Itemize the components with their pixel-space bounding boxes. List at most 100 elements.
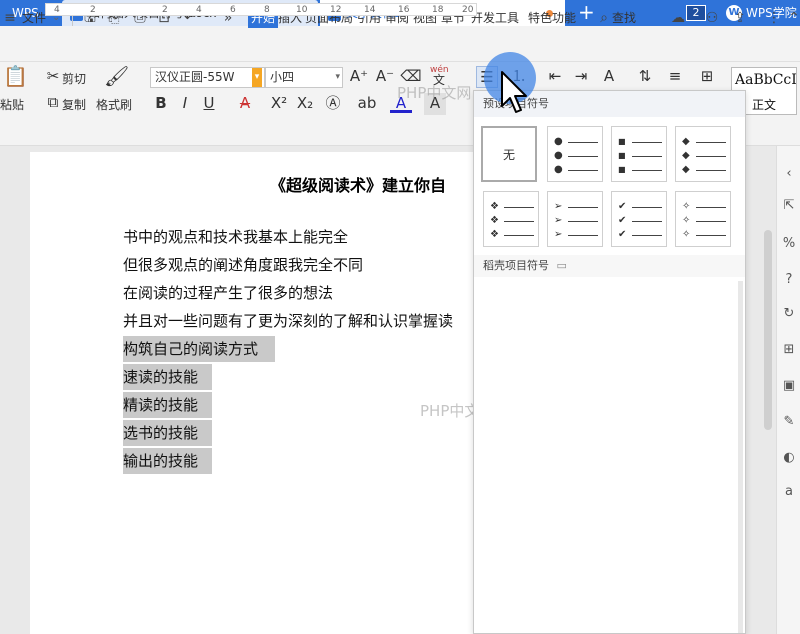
underline-icon[interactable]: U [198,93,220,115]
copy-icon: ⧉ [47,93,59,111]
search-icon[interactable]: ⌕ [594,8,614,28]
daoke-label: 稻壳项目符号 [483,259,549,272]
italic-icon[interactable]: I [174,93,196,115]
image-icon[interactable]: ▣ [781,378,797,394]
menu-bar [0,26,800,62]
bullet-option-filled-square[interactable]: ■ ■ ■ [611,126,667,182]
text-effect-icon[interactable]: Ⓐ [322,93,344,115]
bullet-symbol: ❖ [490,215,499,226]
search-button[interactable]: 查找 [612,8,636,28]
border-icon[interactable]: ⊞ [696,66,718,88]
subscript-icon[interactable]: X₂ [294,93,316,115]
line-spacing-icon[interactable]: ≡ [664,66,686,88]
hamburger-icon[interactable]: ≡ [0,8,20,28]
ruler-number: 4 [196,5,202,15]
doc-line-selected[interactable]: 构筑自己的阅读方式 [123,336,275,362]
theme-icon[interactable]: ◐ [781,450,797,466]
style-pane-icon[interactable]: % [781,236,797,252]
ruler-number: 10 [296,5,308,15]
collapse-icon[interactable]: ⌃ [784,8,800,28]
bullet-symbol: ■ [618,151,626,160]
bullet-symbol: ■ [618,165,626,174]
bullet-symbol: ◆ [682,150,690,161]
doc-line[interactable]: 书中的观点和技术我基本上能完全 [123,224,348,250]
bullet-option-arrowhead[interactable]: ➢ ➢ ➢ [547,191,603,247]
font-size-select[interactable]: 小四 ▾ [265,67,343,88]
chevron-down-icon: ▾ [252,68,262,87]
bullet-symbol: ◆ [682,136,690,147]
increase-indent-icon[interactable]: ⇥ [570,66,592,88]
bullet-symbol: ✧ [682,215,691,226]
bullet-option-checkmark[interactable]: ✔ ✔ ✔ [611,191,667,247]
copy-button[interactable]: 复制 [62,96,86,113]
file-menu[interactable]: 文件 [22,8,46,28]
highlight-icon[interactable]: ab [356,93,378,115]
watermark: PHP中文网 [397,84,472,102]
scissors-icon: ✂ [46,67,60,85]
translate-icon[interactable]: a [781,484,797,500]
ruler-number: 16 [398,5,410,15]
bullet-symbol: ✔ [618,201,627,212]
bullet-option-star[interactable]: ✧ ✧ ✧ [675,191,731,247]
doc-line[interactable]: 在阅读的过程产生了很多的想法 [123,280,333,306]
ruler-number: 8 [264,5,270,15]
rotate-icon[interactable]: ↻ [781,306,797,322]
ruler-number: 4 [54,5,60,15]
doc-line[interactable]: 并且对一些问题有了更为深刻的了解和认识掌握读 [123,308,453,334]
font-size-value: 小四 [270,70,295,84]
bullet-none-option[interactable]: 无 [481,126,537,182]
format-painter-button[interactable]: 格式刷 [96,96,132,113]
bullet-symbol: ● [554,164,563,175]
font-name-select[interactable]: 汉仪正圆-55W ▾ [150,67,265,88]
shrink-font-icon[interactable]: A⁻ [374,66,396,88]
paste-icon[interactable]: 📋 [3,66,28,88]
bullet-option-filled-diamond[interactable]: ◆ ◆ ◆ [675,126,731,182]
bullet-dropdown: 预设项目符号 无 ● ● ● ■ ■ ■ ◆ ◆ ◆ ❖ ❖ ❖ ➢ ➢ ➢ ✔… [473,90,746,634]
ruler-track[interactable]: 4 2 2 4 6 8 10 12 14 16 18 20 [45,3,477,16]
bullet-symbol: ✔ [618,229,627,240]
share-icon[interactable]: ⇪ [730,8,750,28]
ruler-number: 14 [364,5,376,15]
help-icon[interactable]: ? [781,272,797,288]
user-icon[interactable]: ⚇ [702,8,722,28]
dropdown-scrollbar[interactable] [738,281,743,633]
paste-button[interactable]: 粘贴 [0,96,24,113]
doc-line-selected[interactable]: 输出的技能 [123,448,212,474]
ruler-number: 2 [162,5,168,15]
superscript-icon[interactable]: X² [268,93,290,115]
grid-icon[interactable]: ⊞ [781,342,797,358]
panel-toggle-icon[interactable]: ‹ [781,166,797,182]
style-preview: AaBbCcI [735,72,797,88]
bold-icon[interactable]: B [150,93,172,115]
bullet-symbol: ❖ [490,229,499,240]
tab-developer[interactable]: 开发工具 [471,8,519,28]
bullet-symbol: ➢ [554,201,563,212]
chinese-layout-icon[interactable]: A [598,66,620,88]
select-icon[interactable]: ⇱ [781,198,797,214]
bullet-option-four-diamond[interactable]: ❖ ❖ ❖ [483,191,539,247]
grow-font-icon[interactable]: A⁺ [348,66,370,88]
tab-features[interactable]: 特色功能 [528,8,576,28]
doc-line[interactable]: 但很多观点的阐述角度跟我完全不同 [123,252,363,278]
document-title[interactable]: 《超级阅读术》建立你自 [270,172,446,196]
doc-line-selected[interactable]: 速读的技能 [123,364,212,390]
bullet-symbol: ● [554,136,563,147]
ruler-number: 2 [90,5,96,15]
strikethrough-icon[interactable]: A [234,93,256,115]
right-side-panel: ‹ ⇱ % ? ↻ ⊞ ▣ ✎ ◐ a [776,146,800,634]
doc-line-selected[interactable]: 精读的技能 [123,392,212,418]
mouse-cursor-icon [501,71,527,113]
more-options-icon[interactable]: ⋮ [764,8,784,28]
font-name-value: 汉仪正圆-55W [155,70,235,84]
format-painter-icon[interactable]: 🖌 [104,66,129,88]
bullet-symbol: ✔ [618,215,627,226]
decrease-indent-icon[interactable]: ⇤ [544,66,566,88]
ruler-number: 12 [330,5,342,15]
scrollbar[interactable] [764,230,772,430]
bullet-option-filled-circle[interactable]: ● ● ● [547,126,603,182]
sort-icon[interactable]: ⇅ [634,66,656,88]
cloud-icon[interactable]: ☁ [668,8,688,28]
cut-button[interactable]: 剪切 [62,70,86,87]
doc-line-selected[interactable]: 选书的技能 [123,420,212,446]
comment-icon[interactable]: ✎ [781,414,797,430]
